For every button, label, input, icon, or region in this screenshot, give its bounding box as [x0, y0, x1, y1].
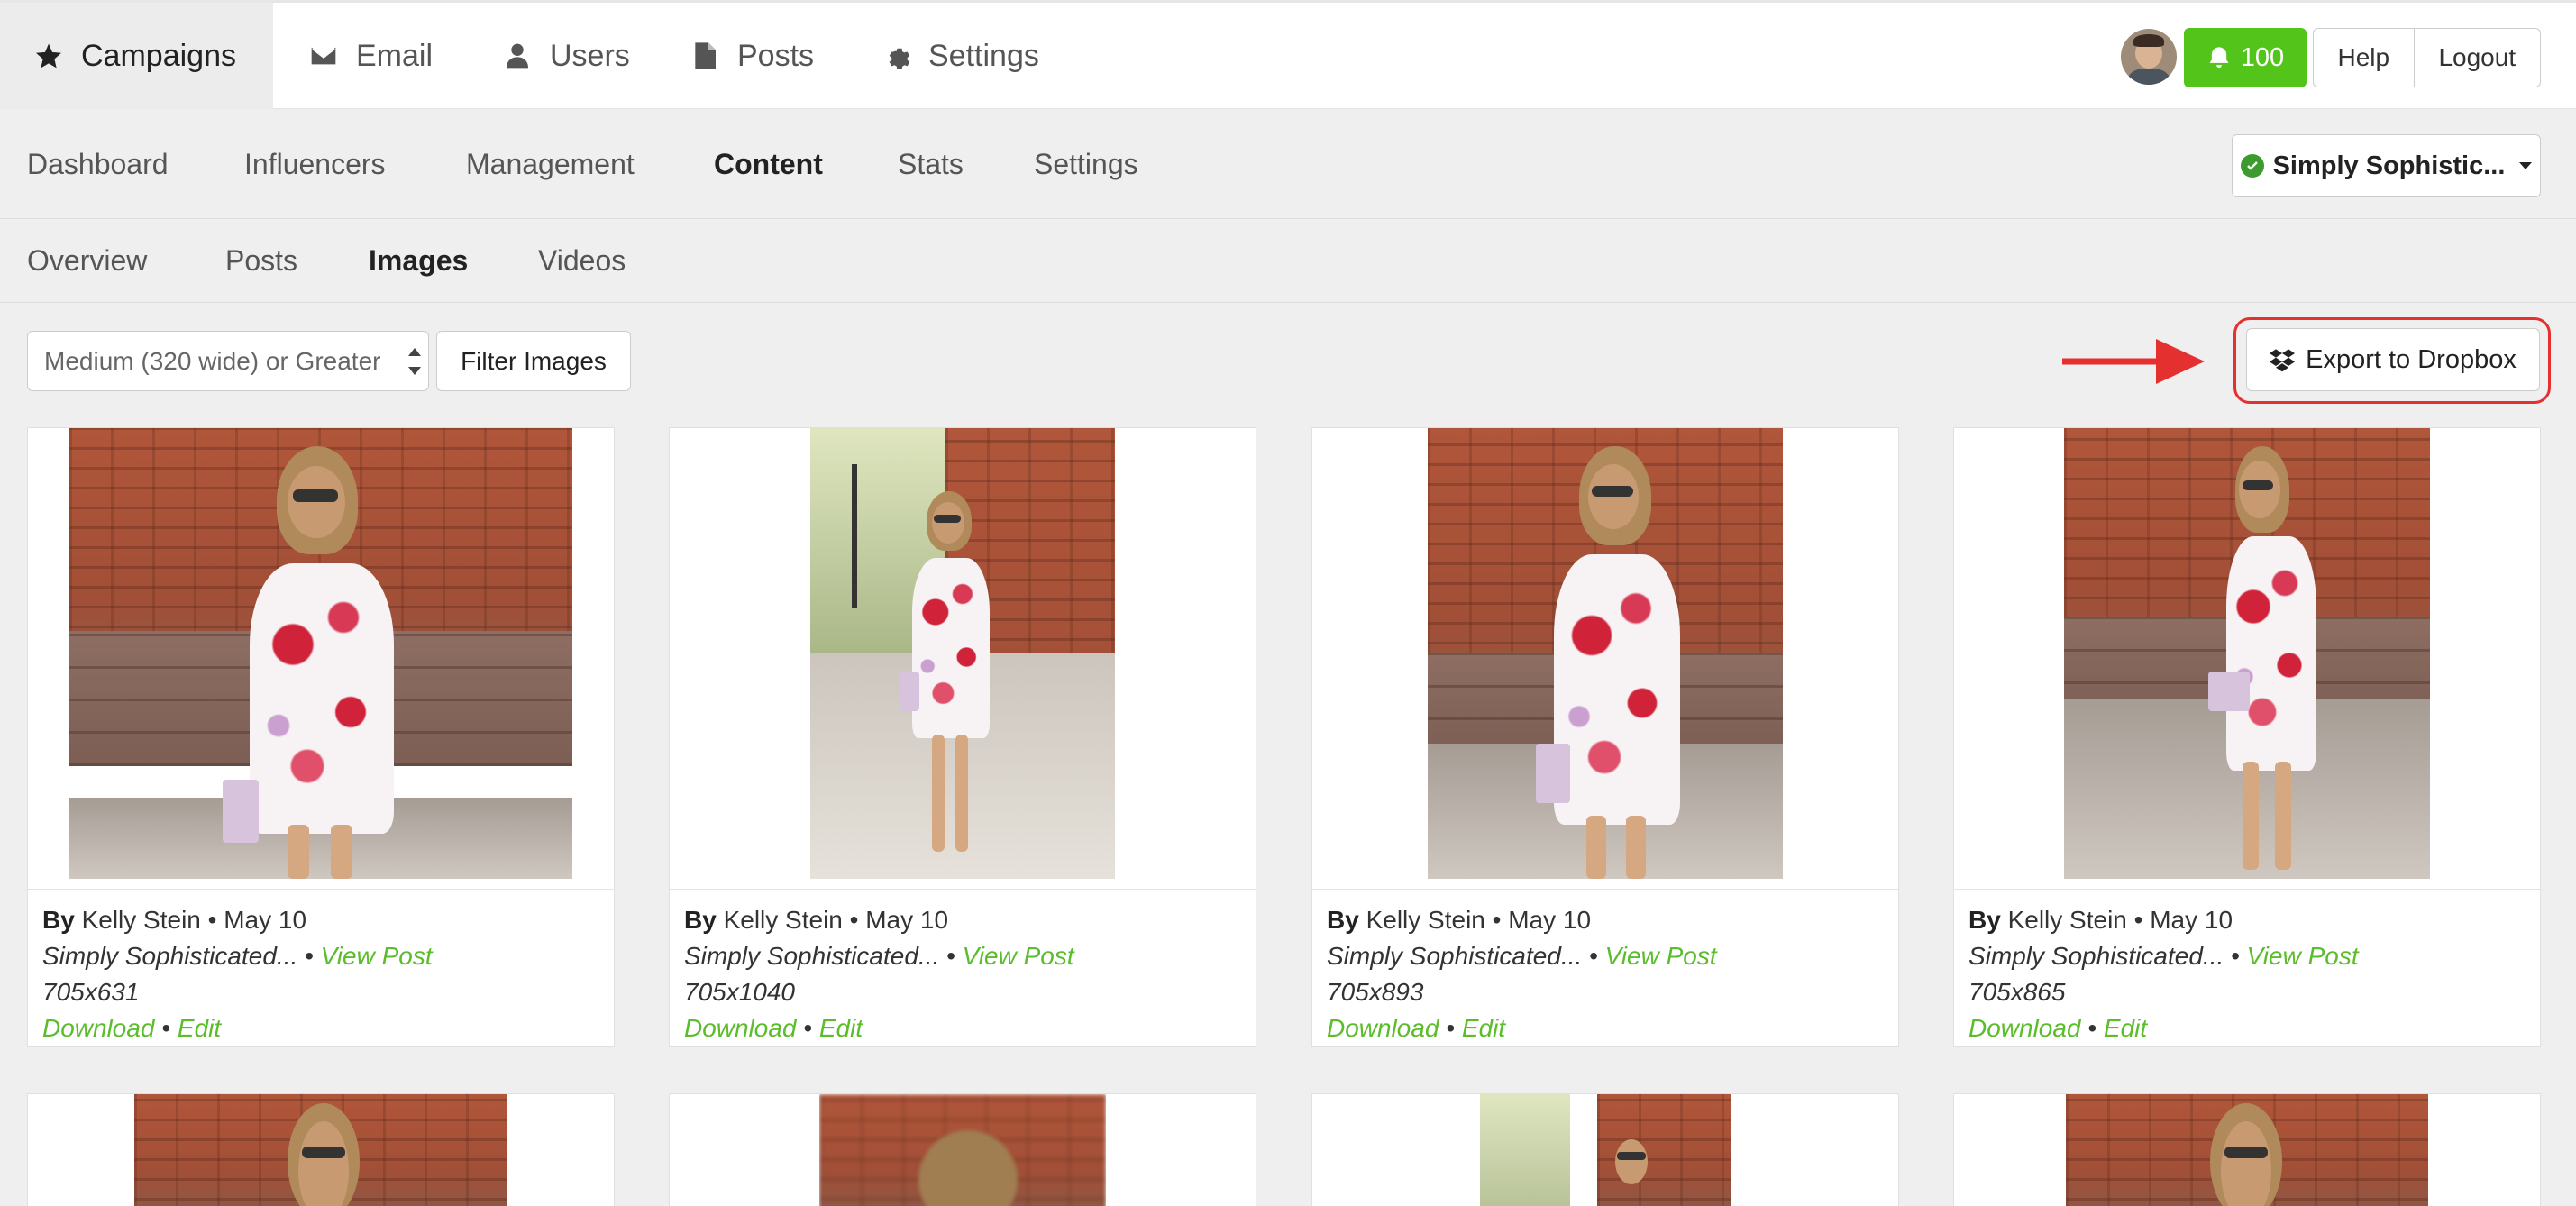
- avatar[interactable]: [2121, 29, 2177, 85]
- file-icon: [695, 42, 716, 69]
- topnav-posts[interactable]: Posts: [690, 3, 814, 109]
- topnav-settings[interactable]: Settings: [882, 3, 1039, 109]
- separator: •: [154, 1014, 178, 1042]
- post-image[interactable]: [2066, 1094, 2428, 1206]
- subnav-stats[interactable]: Stats: [898, 109, 964, 219]
- separator: •: [939, 942, 963, 970]
- download-link[interactable]: Download: [684, 1014, 797, 1042]
- caret-down-icon: [2519, 162, 2533, 169]
- view-post-link[interactable]: View Post: [963, 942, 1074, 970]
- subnav-dashboard[interactable]: Dashboard: [27, 109, 169, 219]
- topnav-settings-label: Settings: [928, 38, 1039, 73]
- image-dimensions: 705x631: [42, 978, 140, 1006]
- image-card: [1311, 1093, 1899, 1206]
- author-date: Kelly Stein • May 10: [1358, 906, 1592, 934]
- tab-images[interactable]: Images: [369, 219, 468, 302]
- byline-prefix: By: [684, 906, 717, 934]
- download-link[interactable]: Download: [42, 1014, 155, 1042]
- separator: •: [2080, 1014, 2104, 1042]
- notifications-button[interactable]: 100: [2184, 28, 2307, 87]
- image-size-select[interactable]: Medium (320 wide) or Greater: [27, 331, 429, 391]
- bell-icon: [2209, 47, 2229, 69]
- red-arrow-annotation: [2062, 339, 2205, 384]
- image-dimensions: 705x865: [1969, 978, 2066, 1006]
- help-button[interactable]: Help: [2314, 29, 2414, 87]
- post-image[interactable]: [810, 428, 1115, 879]
- byline-prefix: By: [42, 906, 75, 934]
- blog-name: Simply Sophisticated...: [684, 942, 940, 970]
- star-icon: [36, 43, 61, 69]
- post-image[interactable]: [134, 1094, 507, 1206]
- topnav-email-label: Email: [356, 38, 434, 73]
- separator: •: [2224, 942, 2247, 970]
- author-date: Kelly Stein • May 10: [2000, 906, 2233, 934]
- view-post-link[interactable]: View Post: [1605, 942, 1717, 970]
- account-button-group: Help Logout: [2313, 28, 2541, 87]
- edit-link[interactable]: Edit: [178, 1014, 221, 1042]
- separator: •: [796, 1014, 819, 1042]
- image-card: [669, 1093, 1256, 1206]
- image-card: [27, 1093, 615, 1206]
- campaign-selector[interactable]: Simply Sophistic...: [2232, 134, 2541, 197]
- topnav-campaigns-label: Campaigns: [81, 38, 236, 73]
- content-tabs: Overview Posts Images Videos: [0, 219, 2576, 303]
- export-to-dropbox-label: Export to Dropbox: [2306, 344, 2517, 374]
- topnav-users[interactable]: Users: [503, 3, 630, 109]
- image-card: By Kelly Stein • May 10 Simply Sophistic…: [1311, 427, 1899, 1047]
- view-post-link[interactable]: View Post: [2247, 942, 2359, 970]
- blog-name: Simply Sophisticated...: [1327, 942, 1583, 970]
- tab-posts[interactable]: Posts: [225, 219, 297, 302]
- post-image[interactable]: [819, 1094, 1106, 1206]
- image-card: By Kelly Stein • May 10 Simply Sophistic…: [27, 427, 615, 1047]
- view-post-link[interactable]: View Post: [321, 942, 433, 970]
- separator: •: [1582, 942, 1605, 970]
- image-card: [1953, 1093, 2541, 1206]
- subnav-content[interactable]: Content: [714, 109, 823, 219]
- blog-name: Simply Sophisticated...: [1969, 942, 2224, 970]
- post-image[interactable]: [1428, 428, 1783, 879]
- image-dimensions: 705x1040: [684, 978, 796, 1006]
- envelope-icon: [311, 47, 336, 65]
- image-size-select-value: Medium (320 wide) or Greater: [44, 346, 381, 375]
- post-image[interactable]: [1480, 1094, 1731, 1206]
- user-icon: [507, 43, 528, 69]
- topnav-campaigns[interactable]: Campaigns: [0, 3, 273, 109]
- image-card: By Kelly Stein • May 10 Simply Sophistic…: [669, 427, 1256, 1047]
- image-card: By Kelly Stein • May 10 Simply Sophistic…: [1953, 427, 2541, 1047]
- select-arrows-icon: [408, 348, 421, 375]
- post-image[interactable]: [69, 428, 572, 879]
- top-navbar: Campaigns Email Users Posts Settings 100…: [0, 0, 2576, 109]
- author-date: Kelly Stein • May 10: [716, 906, 949, 934]
- byline-prefix: By: [1327, 906, 1359, 934]
- separator: •: [297, 942, 321, 970]
- logout-button[interactable]: Logout: [2413, 29, 2540, 87]
- filter-images-button[interactable]: Filter Images: [436, 331, 631, 391]
- tab-overview[interactable]: Overview: [27, 219, 147, 302]
- author-date: Kelly Stein • May 10: [74, 906, 307, 934]
- campaign-navbar: Dashboard Influencers Management Content…: [0, 109, 2576, 219]
- post-image[interactable]: [2064, 428, 2430, 879]
- edit-link[interactable]: Edit: [819, 1014, 863, 1042]
- campaign-selector-label: Simply Sophistic...: [2272, 151, 2506, 180]
- gear-icon: [889, 48, 910, 69]
- download-link[interactable]: Download: [1327, 1014, 1439, 1042]
- topnav-posts-label: Posts: [737, 38, 815, 73]
- tab-videos[interactable]: Videos: [538, 219, 626, 302]
- blog-name: Simply Sophisticated...: [42, 942, 298, 970]
- check-circle-icon: [2240, 154, 2264, 178]
- edit-link[interactable]: Edit: [2104, 1014, 2147, 1042]
- image-dimensions: 705x893: [1327, 978, 1424, 1006]
- edit-link[interactable]: Edit: [1462, 1014, 1505, 1042]
- dropbox-icon: [2270, 349, 2296, 372]
- subnav-settings[interactable]: Settings: [1034, 109, 1138, 219]
- export-to-dropbox-button[interactable]: Export to Dropbox: [2246, 328, 2540, 391]
- byline-prefix: By: [1969, 906, 2001, 934]
- separator: •: [1439, 1014, 1462, 1042]
- subnav-influencers[interactable]: Influencers: [244, 109, 386, 219]
- subnav-management[interactable]: Management: [466, 109, 635, 219]
- download-link[interactable]: Download: [1969, 1014, 2081, 1042]
- topnav-users-label: Users: [550, 38, 630, 73]
- topnav-email[interactable]: Email: [309, 3, 433, 109]
- notifications-count: 100: [2240, 42, 2285, 72]
